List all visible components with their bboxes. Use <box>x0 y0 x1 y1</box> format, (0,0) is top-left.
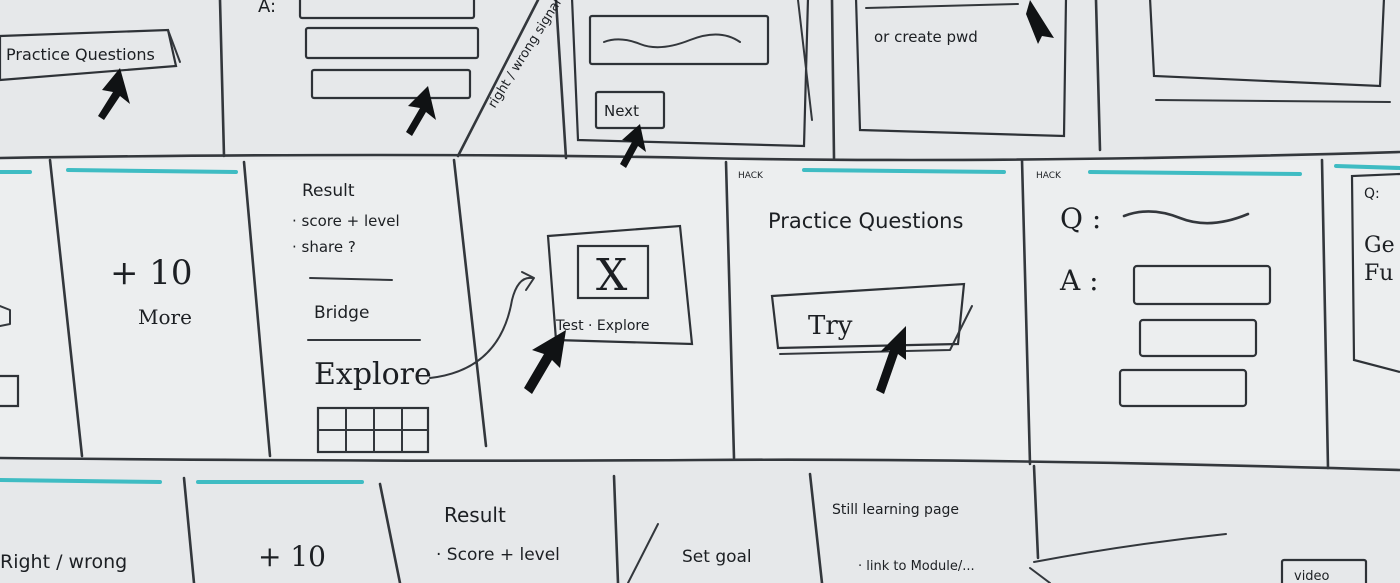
mid-edge-label-c: Fu <box>1364 261 1393 286</box>
bottom-plus10-label: + 10 <box>258 540 326 573</box>
mid-plus10-unit: More <box>138 305 192 329</box>
bottom-result-bullet: · Score + level <box>436 545 560 565</box>
top-password-note: or create pwd <box>874 28 978 46</box>
bottom-learning-bullet: · link to Module/... <box>858 559 975 574</box>
bottom-right-wrong-label: Right / wrong <box>0 551 127 573</box>
test-x-icon: X <box>596 250 628 301</box>
mid-try-button-label: Try <box>808 311 853 341</box>
bottom-frame-plus10: + 10 <box>258 540 326 573</box>
mid-practice-tag: HACK <box>738 171 764 181</box>
bottom-result-heading: Result <box>444 503 506 527</box>
bottom-frame-right-wrong: Right / wrong <box>0 551 127 573</box>
teal-header-strip <box>66 168 238 174</box>
bottom-frame-goal: Set goal <box>682 547 752 567</box>
mid-bridge-label: Bridge <box>314 303 369 323</box>
top-practice-button-label: Practice Questions <box>6 45 155 64</box>
mid-test-caption: Test · Explore <box>555 318 649 334</box>
mid-result-heading: Result <box>302 181 355 201</box>
mid-edge-label-a: Q: <box>1364 186 1380 202</box>
mid-practice-heading: Practice Questions <box>768 209 963 233</box>
teal-header-strip <box>802 168 1006 174</box>
mid-qa-tag: HACK <box>1036 171 1062 181</box>
mid-question-label: Q : <box>1060 202 1101 235</box>
bottom-goal-label: Set goal <box>682 547 752 567</box>
mid-result-bullet-1: · score + level <box>292 212 400 230</box>
teal-header-strip <box>1334 164 1400 170</box>
bottom-video-label: video <box>1294 569 1330 583</box>
teal-header-strip <box>0 478 162 484</box>
mid-result-bullet-2: · share ? <box>292 238 356 256</box>
mid-explore-label: Explore <box>314 357 432 392</box>
whiteboard-sketch: Practice Questions A: right / wrong sign… <box>0 0 1400 583</box>
mid-edge-label-b: Ge <box>1364 233 1395 258</box>
top-answer-prefix: A: <box>258 0 276 17</box>
bottom-learning-heading: Still learning page <box>832 502 959 518</box>
mid-plus10-points: + 10 <box>110 253 193 293</box>
teal-header-strip <box>1088 170 1302 176</box>
middle-row-background <box>0 160 1400 460</box>
mid-answer-label: A : <box>1059 264 1099 297</box>
top-next-label: Next <box>604 102 639 120</box>
